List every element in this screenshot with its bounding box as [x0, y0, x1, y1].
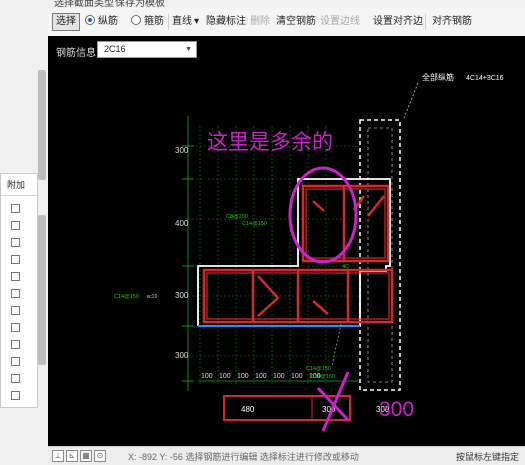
- attach-checkbox[interactable]: [11, 289, 20, 298]
- ortho-icon[interactable]: ⊾: [66, 450, 78, 462]
- dim-label-left: 300: [175, 146, 189, 155]
- line-dropdown-arrow[interactable]: ▾: [194, 14, 199, 30]
- dim-label-bottom: 100: [219, 373, 231, 380]
- attach-checkbox[interactable]: [11, 340, 20, 349]
- hook-line[interactable]: [312, 200, 325, 212]
- attach-checkbox[interactable]: [11, 357, 20, 366]
- attach-panel: 附加: [0, 173, 38, 408]
- status-bar: ⊥ ⊾ ▦ ⊙ X: -892 Y: -56 选择钢筋进行编辑 选择标注进行修改…: [48, 446, 525, 465]
- attach-checkbox[interactable]: [11, 272, 20, 281]
- delete-button[interactable]: 删除: [250, 14, 270, 30]
- top-menu-cut: 选择截面类型 保存为模板: [48, 0, 525, 9]
- stirrup-label[interactable]: 箍筋: [144, 14, 164, 30]
- attach-checkbox[interactable]: [11, 306, 20, 315]
- hook-line[interactable]: [257, 275, 279, 299]
- toolbar-separator: [168, 14, 169, 30]
- hook-line[interactable]: [367, 195, 385, 217]
- section-drawing[interactable]: 300 400 300 300 100 100 100 100 100 100 …: [48, 36, 525, 446]
- dim-label-left: 400: [175, 219, 189, 228]
- dim-label-left: 300: [175, 351, 189, 360]
- longitudinal-label[interactable]: 纵筋: [98, 14, 118, 30]
- left-side-panel: 附加: [0, 0, 48, 464]
- left-scrollbar[interactable]: [38, 70, 46, 180]
- dim-label-bottom: 100: [255, 373, 267, 380]
- attach-checkbox[interactable]: [11, 391, 20, 400]
- left-callout: C14@150: [114, 294, 139, 300]
- dim-label-bottom: 100: [237, 373, 249, 380]
- dimension-lines: [182, 116, 358, 391]
- attach-checkbox[interactable]: [11, 238, 20, 247]
- attach-checkbox[interactable]: [11, 204, 20, 213]
- snap-icon[interactable]: ⊥: [52, 450, 64, 462]
- select-button[interactable]: 选择: [52, 13, 80, 31]
- toolbar: 选择 纵筋 箍筋 直线 ▾ 隐藏标注 删除 清空钢筋 设置边线 设置对齐边 对齐…: [48, 8, 525, 37]
- bottom-dim-label: 480: [241, 405, 255, 414]
- left-scrollbar-lower[interactable]: [38, 215, 46, 365]
- all-longitudinal-label: 全部纵筋: [422, 72, 454, 82]
- dim-label-left: 300: [175, 291, 189, 300]
- dim-bottom-labels: 100 100 100 100 100 100 100: [201, 373, 321, 380]
- leader-line: [403, 82, 419, 119]
- set-align-edge-button[interactable]: 设置对齐边: [373, 14, 423, 30]
- annotation-correction: 300: [379, 398, 414, 421]
- clear-rebar-button[interactable]: 清空钢筋: [276, 14, 316, 30]
- dim-label-bottom: 100: [273, 373, 285, 380]
- dimension-grid: [188, 126, 358, 386]
- attach-checkbox[interactable]: [11, 374, 20, 383]
- right-callout: C14@150: [310, 374, 335, 380]
- align-rebar-button[interactable]: 对齐钢筋: [432, 14, 472, 30]
- attach-checkbox[interactable]: [11, 221, 20, 230]
- dim-label-bottom: 100: [291, 373, 303, 380]
- column-outline[interactable]: [359, 119, 401, 391]
- all-longitudinal-value: 4C14+3C16: [466, 75, 504, 82]
- status-hint-right: 按鼠标左键指定: [455, 452, 519, 462]
- line-dropdown[interactable]: 直线: [172, 14, 192, 30]
- right-callout: C14@150: [306, 366, 331, 372]
- toolbar-separator: [425, 14, 426, 30]
- annotation-note: 这里是多余的: [207, 131, 333, 154]
- attach-column-header: 附加: [1, 174, 37, 196]
- dim-label-bottom: 100: [201, 373, 213, 380]
- green-tag: 4C: [342, 264, 349, 270]
- hook-line[interactable]: [257, 297, 279, 317]
- leader-line: [331, 323, 342, 367]
- stirrup-radio[interactable]: [131, 15, 141, 25]
- mid-callout: C14@150: [242, 221, 267, 227]
- mid-callout: C8@200: [226, 214, 248, 220]
- status-text: X: -892 Y: -56 选择钢筋进行编辑 选择标注进行修改或移动: [128, 452, 359, 462]
- longitudinal-radio[interactable]: [85, 15, 95, 25]
- attach-checkbox[interactable]: [11, 255, 20, 264]
- set-edge-line-button[interactable]: 设置边线: [320, 14, 360, 30]
- attach-checkbox[interactable]: [11, 323, 20, 332]
- redundant-circle-annotation: [288, 166, 358, 264]
- tracking-icon[interactable]: ⊙: [94, 450, 106, 462]
- drawing-canvas[interactable]: 钢筋信息: 2C16 ▼ 300 400 300 300 100 100 100…: [48, 36, 525, 446]
- left-callout-suffix: ·sc10·: [145, 294, 159, 300]
- hide-annotation-button[interactable]: 隐藏标注: [206, 14, 246, 30]
- cross-out-mark: [316, 386, 350, 422]
- grid-icon[interactable]: ▦: [80, 450, 92, 462]
